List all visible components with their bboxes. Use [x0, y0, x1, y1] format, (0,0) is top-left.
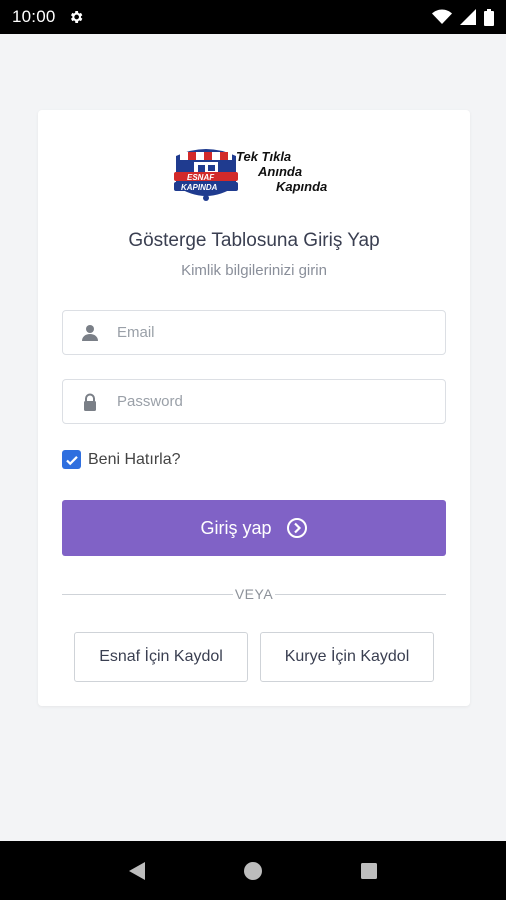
login-button[interactable]: Giriş yap [62, 500, 446, 556]
status-time: 10:00 [12, 7, 56, 26]
or-divider: VEYA [62, 584, 446, 604]
remember-me[interactable]: Beni Hatırla? [62, 450, 181, 469]
login-button-label: Giriş yap [200, 517, 272, 538]
arrow-circle-right-icon [286, 518, 307, 538]
user-icon [82, 324, 98, 341]
checkmark-icon [65, 455, 78, 465]
login-subtitle: Kimlik bilgilerinizi girin [181, 262, 327, 279]
remember-label: Beni Hatırla? [88, 450, 181, 468]
password-input[interactable] [117, 393, 445, 410]
register-courier-button[interactable]: Kurye İçin Kaydol [260, 632, 434, 682]
logo-tagline-2: Anında [258, 164, 303, 179]
app-logo: ESNAF KAPINDA Tek Tıkla Anında Kapında [170, 142, 346, 206]
settings-gear-icon [70, 11, 82, 23]
battery-icon [484, 8, 494, 26]
logo-brand-top: ESNAF [187, 173, 215, 182]
cellular-signal-icon [460, 9, 476, 25]
login-card: ESNAF KAPINDA Tek Tıkla Anında Kapında G… [38, 110, 470, 706]
divider-line-left [62, 593, 233, 595]
navigation-bar [0, 841, 506, 900]
back-icon[interactable] [128, 861, 146, 881]
login-screen: ESNAF KAPINDA Tek Tıkla Anında Kapında G… [0, 34, 506, 841]
email-input[interactable] [117, 324, 445, 341]
lock-icon [84, 393, 96, 411]
email-field[interactable] [62, 310, 446, 355]
login-title: Gösterge Tablosuna Giriş Yap [128, 230, 380, 251]
remember-checkbox[interactable] [62, 450, 81, 469]
recents-icon[interactable] [360, 862, 378, 880]
status-bar: 10:00 [0, 0, 506, 34]
home-icon[interactable] [243, 861, 263, 881]
divider-text: VEYA [234, 586, 274, 602]
logo-brand-bottom: KAPINDA [181, 183, 218, 192]
password-field[interactable] [62, 379, 446, 424]
logo-tagline-3: Kapında [276, 179, 328, 194]
logo-tagline-1: Tek Tıkla [236, 149, 292, 164]
wifi-icon [432, 9, 452, 24]
register-merchant-button[interactable]: Esnaf İçin Kaydol [74, 632, 248, 682]
divider-line-right [275, 593, 446, 595]
